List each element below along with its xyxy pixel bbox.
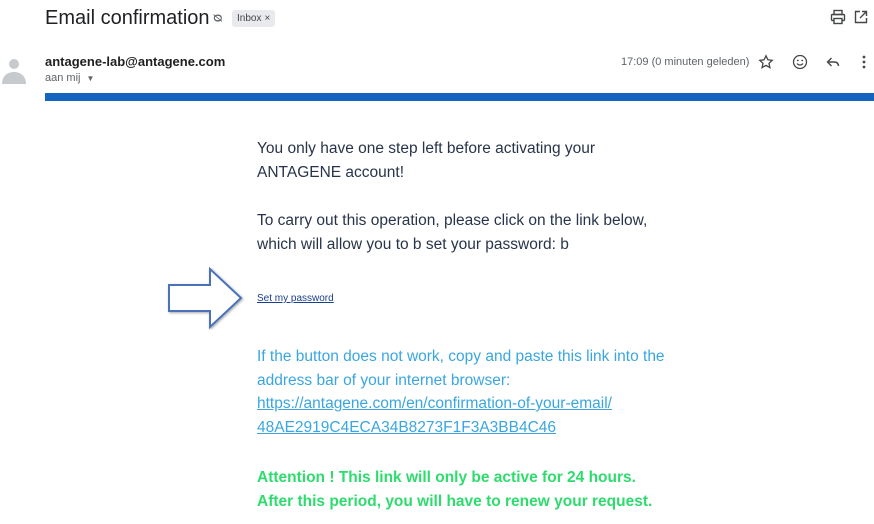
fallback-instructions: If the button does not work, copy and pa… bbox=[257, 345, 677, 439]
avatar bbox=[0, 52, 28, 86]
confirmation-url-line2: 48AE2919C4ECA34B8273F1F3A3BB4C46 bbox=[257, 418, 557, 436]
email-subject: Email confirmation bbox=[45, 7, 210, 29]
email-timestamp: 17:09 (0 minuten geleden) bbox=[621, 56, 750, 68]
confirmation-url-link[interactable]: https://antagene.com/en/confirmation-of-… bbox=[257, 392, 677, 439]
inbox-label-text: Inbox bbox=[237, 13, 262, 24]
subject-row: Email confirmation ᴓ Inbox × bbox=[0, 0, 874, 40]
chevron-down-icon: ▼ bbox=[86, 74, 95, 83]
inbox-label-chip[interactable]: Inbox × bbox=[232, 10, 276, 27]
emoji-icon[interactable] bbox=[789, 51, 811, 73]
more-vert-icon[interactable] bbox=[853, 51, 874, 73]
attention-notice: Attention ! This link will only be activ… bbox=[257, 466, 677, 513]
star-icon[interactable] bbox=[755, 51, 777, 73]
attention-line2: After this period, you will have to rene… bbox=[257, 492, 653, 510]
arrow-right-icon bbox=[168, 266, 243, 330]
open-in-new-window-icon[interactable] bbox=[850, 6, 872, 28]
recipient-details-toggle[interactable]: aan mij ▼ bbox=[45, 72, 94, 84]
email-banner-bar bbox=[45, 93, 874, 101]
reply-icon[interactable] bbox=[822, 51, 844, 73]
confirmation-url-line1: https://antagene.com/en/confirmation-of-… bbox=[257, 395, 612, 412]
print-icon[interactable] bbox=[827, 6, 849, 28]
recipient-label: aan mij bbox=[45, 72, 81, 84]
importance-marker-icon[interactable]: ᴓ bbox=[213, 10, 223, 26]
set-password-link[interactable]: Set my password bbox=[257, 293, 334, 304]
intro-paragraph: You only have one step left before activ… bbox=[257, 140, 596, 181]
instruction-paragraph: To carry out this operation, please clic… bbox=[257, 212, 648, 253]
sender-address[interactable]: antagene-lab@antagene.com bbox=[45, 54, 225, 69]
attention-line1: Attention ! This link will only be activ… bbox=[257, 469, 636, 486]
fallback-text: If the button does not work, copy and pa… bbox=[257, 348, 665, 389]
remove-label-icon[interactable]: × bbox=[264, 13, 270, 24]
